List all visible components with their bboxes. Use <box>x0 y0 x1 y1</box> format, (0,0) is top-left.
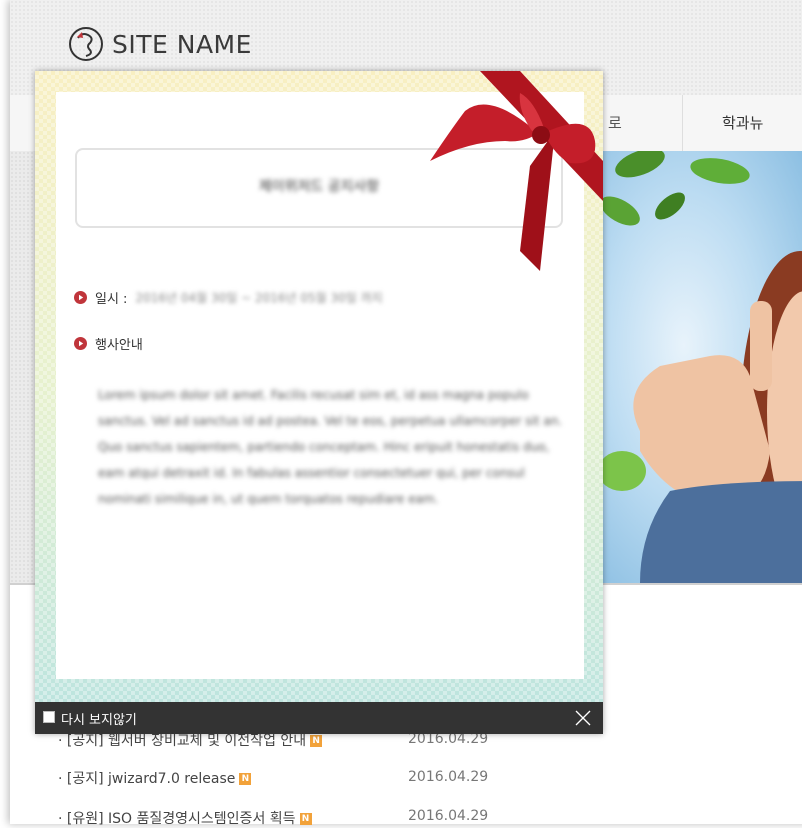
new-badge: N <box>239 773 252 785</box>
ribbon-bow-icon <box>430 71 603 271</box>
site-logo[interactable]: SITE NAME <box>68 26 252 62</box>
notice-popup: 제이위저드 공지사항 일시 : 2016년 04월 30일 ~ 2016년 05… <box>35 71 603 734</box>
news-title[interactable]: · [공지] 웹서버 장비교체 및 이전작업 안내 <box>58 733 306 749</box>
news-date: 2016.04.29 <box>408 769 489 785</box>
hero-image <box>600 151 802 583</box>
logo-icon <box>69 27 103 61</box>
nav-divider <box>682 95 683 151</box>
news-item[interactable]: · [공지] jwizard7.0 release N <box>58 768 252 788</box>
nav-item-partial[interactable]: 로 <box>608 95 622 151</box>
event-label: 행사안내 <box>95 338 143 353</box>
new-badge: N <box>310 735 323 747</box>
news-item[interactable]: · [유원] ISO 품질경영시스템인증서 획득 N <box>58 808 312 828</box>
site-name: SITE NAME <box>112 29 252 59</box>
news-title[interactable]: · [공지] jwizard7.0 release <box>58 771 235 787</box>
date-label: 일시 : <box>95 292 128 307</box>
play-bullet-icon <box>74 291 87 304</box>
news-title[interactable]: · [유원] ISO 품질경영시스템인증서 획득 <box>58 811 296 827</box>
no-show-label[interactable]: 다시 보지않기 <box>61 709 137 728</box>
play-bullet-icon <box>74 337 87 350</box>
nav-item-news[interactable]: 학과뉴 <box>722 95 763 151</box>
news-date: 2016.04.29 <box>408 808 489 824</box>
close-icon[interactable] <box>573 708 593 728</box>
new-badge: N <box>299 813 312 825</box>
date-row: 일시 : 2016년 04월 30일 ~ 2016년 05월 30일 까지 <box>74 288 383 307</box>
event-description: Lorem ipsum dolor sit amet. Facilis recu… <box>98 388 563 506</box>
event-row: 행사안내 <box>74 334 143 353</box>
date-value: 2016년 04월 30일 ~ 2016년 05월 30일 까지 <box>135 291 383 305</box>
no-show-checkbox[interactable] <box>43 711 55 723</box>
popup-footer: 다시 보지않기 <box>35 702 603 734</box>
